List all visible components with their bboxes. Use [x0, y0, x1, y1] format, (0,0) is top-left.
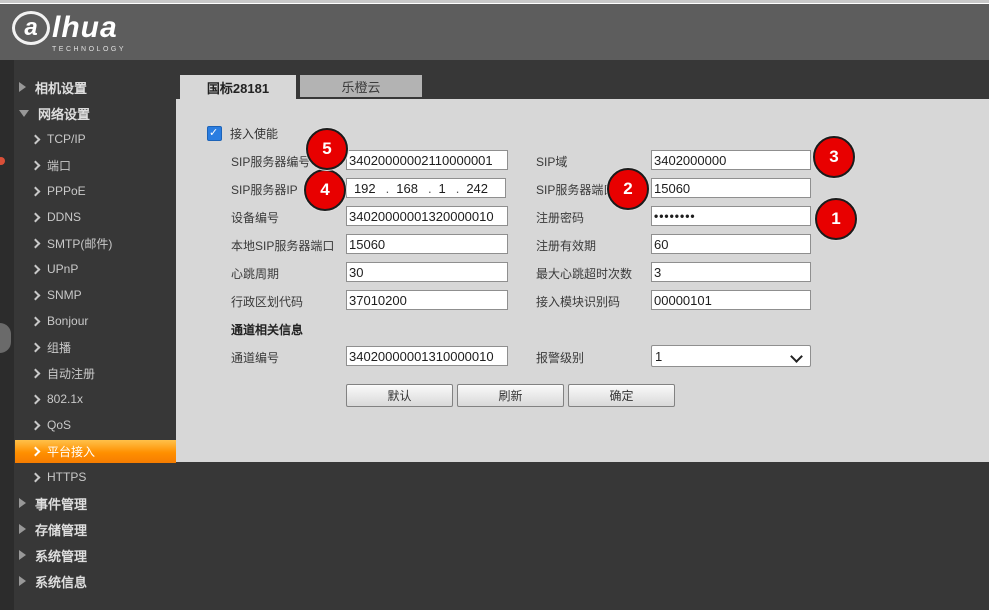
sip-server-ip-input[interactable]: 192 168 1 242: [346, 178, 506, 198]
triangle-right-icon: [19, 498, 26, 508]
channel-info-section-title: 通道相关信息: [231, 321, 303, 338]
chevron-right-icon: [31, 160, 41, 170]
sidebar-item-multicast[interactable]: 组播: [0, 334, 176, 360]
register-password-input[interactable]: [651, 206, 811, 226]
chevron-right-icon: [31, 212, 41, 222]
chevron-right-icon: [31, 134, 41, 144]
sidebar-group-system-info[interactable]: 系统信息: [0, 568, 176, 594]
sidebar-group-storage-management[interactable]: 存储管理: [0, 516, 176, 542]
chevron-right-icon: [31, 186, 41, 196]
chevron-right-icon: [31, 420, 41, 430]
enable-checkbox[interactable]: [207, 126, 222, 141]
sip-server-port-input[interactable]: [651, 178, 811, 198]
access-module-id-input[interactable]: [651, 290, 811, 310]
sidebar-item-https[interactable]: HTTPS: [0, 464, 176, 490]
channel-id-label: 通道编号: [231, 349, 343, 366]
device-id-input[interactable]: [346, 206, 508, 226]
dahua-logo: a lhua TECHNOLOGY: [12, 11, 126, 53]
local-sip-port-label: 本地SIP服务器端口: [231, 237, 343, 254]
tab-gb28181[interactable]: 国标28181: [180, 75, 296, 99]
chevron-right-icon: [31, 290, 41, 300]
register-validity-input[interactable]: [651, 234, 811, 254]
heartbeat-period-input[interactable]: [346, 262, 508, 282]
default-button[interactable]: 默认: [346, 384, 453, 407]
sidebar-group-camera-settings[interactable]: 相机设置: [0, 74, 176, 100]
register-validity-label: 注册有效期: [536, 237, 648, 254]
sip-domain-input[interactable]: [651, 150, 811, 170]
sidebar-group-network-settings[interactable]: 网络设置: [0, 100, 176, 126]
max-heartbeat-timeout-label: 最大心跳超时次数: [536, 265, 648, 282]
refresh-button[interactable]: 刷新: [457, 384, 564, 407]
chevron-right-icon: [31, 264, 41, 274]
triangle-right-icon: [19, 550, 26, 560]
chevron-right-icon: [31, 472, 41, 482]
chevron-right-icon: [31, 316, 41, 326]
annotation-circle-4: 4: [304, 169, 346, 211]
enable-row: 接入使能: [207, 125, 278, 142]
annotation-circle-1: 1: [815, 198, 857, 240]
triangle-right-icon: [19, 82, 26, 92]
chevron-right-icon: [31, 238, 41, 248]
form-row: 通道编号 报警级别 1: [176, 346, 989, 368]
admin-region-code-input[interactable]: [346, 290, 508, 310]
confirm-button[interactable]: 确定: [568, 384, 675, 407]
annotation-circle-3: 3: [813, 136, 855, 178]
chevron-right-icon: [31, 394, 41, 404]
sidebar-item-upnp[interactable]: UPnP: [0, 256, 176, 282]
sidebar-item-pppoe[interactable]: PPPoE: [0, 178, 176, 204]
tab-lechange-cloud[interactable]: 乐橙云: [300, 75, 422, 97]
form-row: 行政区划代码 接入模块识别码: [176, 290, 989, 312]
triangle-right-icon: [19, 524, 26, 534]
alarm-level-label: 报警级别: [536, 349, 648, 366]
access-module-id-label: 接入模块识别码: [536, 293, 648, 310]
sidebar-item-auto-register[interactable]: 自动注册: [0, 360, 176, 386]
gb28181-settings-panel: 接入使能 SIP服务器编号 SIP域 SIP服务器IP 192 168 1 24…: [176, 99, 989, 462]
sidebar-group-event-management[interactable]: 事件管理: [0, 490, 176, 516]
triangle-down-icon: [19, 110, 29, 117]
form-row: 心跳周期 最大心跳超时次数: [176, 262, 989, 284]
chevron-right-icon: [31, 446, 41, 456]
sip-server-id-input[interactable]: [346, 150, 508, 170]
app-header: a lhua TECHNOLOGY: [0, 4, 989, 60]
sidebar: 相机设置 网络设置 TCP/IP 端口 PPPoE DDNS SMTP(邮件) …: [0, 60, 176, 594]
sidebar-item-platform-access[interactable]: 平台接入: [0, 438, 176, 464]
annotation-circle-5: 5: [306, 128, 348, 170]
sidebar-item-8021x[interactable]: 802.1x: [0, 386, 176, 412]
sidebar-item-ddns[interactable]: DDNS: [0, 204, 176, 230]
chevron-right-icon: [31, 368, 41, 378]
logo-a-ring-icon: a: [12, 11, 50, 45]
logo-subtext: TECHNOLOGY: [52, 46, 126, 53]
form-row: 设备编号 注册密码: [176, 206, 989, 228]
sidebar-group-system-management[interactable]: 系统管理: [0, 542, 176, 568]
alarm-level-select[interactable]: 1: [651, 345, 811, 367]
logo-text: lhua: [52, 11, 118, 45]
sidebar-item-tcpip[interactable]: TCP/IP: [0, 126, 176, 152]
annotation-circle-2: 2: [607, 168, 649, 210]
dahua-config-page: a lhua TECHNOLOGY 相机设置 网络设置 TCP/IP 端口 PP…: [0, 0, 989, 610]
form-row: SIP服务器编号 SIP域: [176, 150, 989, 172]
sidebar-item-snmp[interactable]: SNMP: [0, 282, 176, 308]
triangle-right-icon: [19, 576, 26, 586]
channel-id-input[interactable]: [346, 346, 508, 366]
sidebar-item-smtp[interactable]: SMTP(邮件): [0, 230, 176, 256]
form-row: SIP服务器IP 192 168 1 242 SIP服务器端口: [176, 178, 989, 200]
heartbeat-period-label: 心跳周期: [231, 265, 343, 282]
sidebar-item-qos[interactable]: QoS: [0, 412, 176, 438]
chevron-right-icon: [31, 342, 41, 352]
admin-region-code-label: 行政区划代码: [231, 293, 343, 310]
register-password-label: 注册密码: [536, 209, 648, 226]
local-sip-port-input[interactable]: [346, 234, 508, 254]
form-row: 本地SIP服务器端口 注册有效期: [176, 234, 989, 256]
device-id-label: 设备编号: [231, 209, 343, 226]
enable-label: 接入使能: [230, 125, 278, 142]
sidebar-item-bonjour[interactable]: Bonjour: [0, 308, 176, 334]
max-heartbeat-timeout-input[interactable]: [651, 262, 811, 282]
sidebar-item-port[interactable]: 端口: [0, 152, 176, 178]
